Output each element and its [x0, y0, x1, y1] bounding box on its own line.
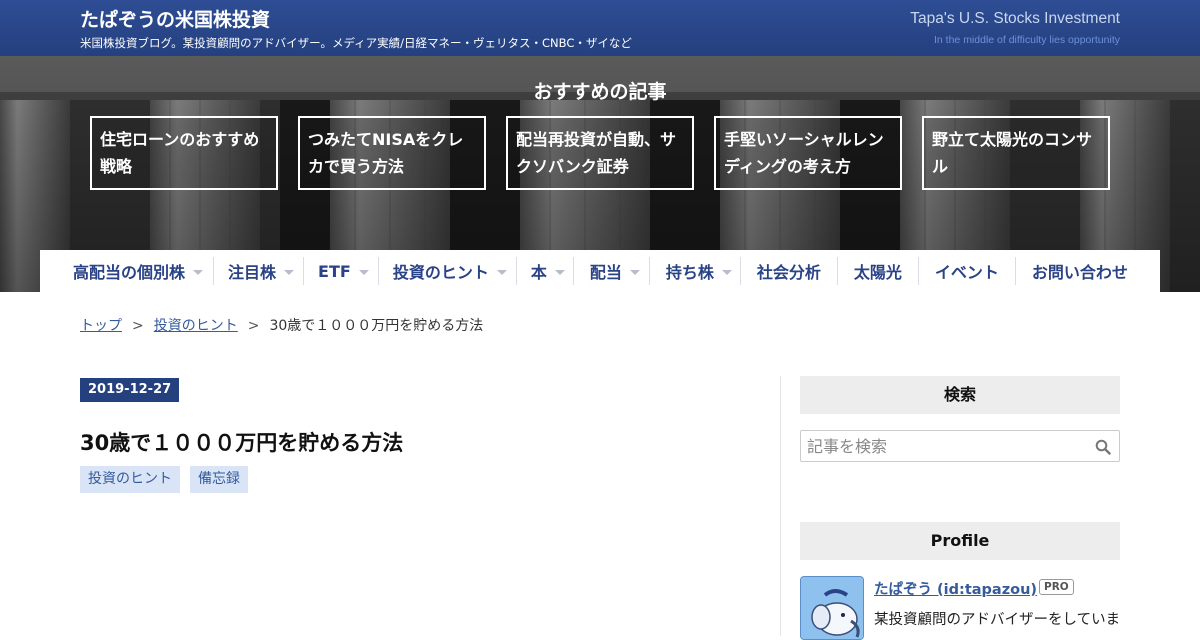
- pro-badge: PRO: [1039, 579, 1074, 595]
- search-icon[interactable]: [1095, 439, 1111, 455]
- nav-label: 本: [530, 263, 547, 282]
- global-nav: 高配当の個別株 注目株 ETF 投資のヒント 本 配当 持ち株 社会分析 太陽光…: [40, 250, 1160, 292]
- category-tag[interactable]: 投資のヒント: [80, 466, 180, 493]
- nav-item-contact[interactable]: お問い合わせ: [1016, 250, 1128, 292]
- breadcrumb-category-link[interactable]: 投資のヒント: [154, 318, 238, 334]
- breadcrumb-separator: >: [132, 318, 144, 334]
- nav-item-high-dividend[interactable]: 高配当の個別株: [40, 250, 213, 292]
- nav-item-social-analysis[interactable]: 社会分析: [741, 250, 837, 292]
- breadcrumb-current: 30歳で１０００万円を貯める方法: [269, 318, 484, 334]
- nav-item-etf[interactable]: ETF: [304, 250, 378, 292]
- recommended-article-4[interactable]: 手堅いソーシャルレンディングの考え方: [714, 116, 902, 190]
- caret-down-icon: [629, 270, 640, 275]
- nav-label: 持ち株: [665, 263, 714, 282]
- nav-label: 太陽光: [853, 263, 902, 282]
- site-title[interactable]: たぱぞうの米国株投資: [80, 5, 270, 32]
- recommended-heading: おすすめの記事: [533, 81, 667, 103]
- site-description: 米国株投資ブログ。某投資顧問のアドバイザー。メディア実績/日経マネー・ヴェリタス…: [80, 36, 632, 50]
- search-module-heading: 検索: [800, 376, 1120, 414]
- nav-label: 社会分析: [756, 263, 821, 282]
- nav-label: 配当: [589, 263, 622, 282]
- caret-down-icon: [358, 270, 369, 275]
- site-header: たぱぞうの米国株投資 米国株投資ブログ。某投資顧問のアドバイザー。メディア実績/…: [0, 0, 1200, 56]
- nav-item-events[interactable]: イベント: [919, 250, 1015, 292]
- search-box: [800, 430, 1120, 462]
- profile-module-heading: Profile: [800, 522, 1120, 560]
- entry-categories: 投資のヒント 備忘録: [80, 466, 248, 493]
- nav-item-books[interactable]: 本: [517, 250, 573, 292]
- caret-down-icon: [496, 270, 507, 275]
- caret-down-icon: [193, 270, 204, 275]
- category-tag[interactable]: 備忘録: [190, 466, 248, 493]
- entry-title[interactable]: 30歳で１０００万円を貯める方法: [80, 427, 403, 457]
- recommended-article-5[interactable]: 野立て太陽光のコンサル: [922, 116, 1110, 190]
- caret-down-icon: [554, 270, 565, 275]
- avatar[interactable]: [800, 576, 864, 640]
- elephant-avatar-icon: [801, 577, 863, 639]
- caret-down-icon: [284, 270, 295, 275]
- entry-date[interactable]: 2019-12-27: [80, 378, 180, 402]
- recommended-article-1[interactable]: 住宅ローンのおすすめ戦略: [90, 116, 278, 190]
- profile-description: 某投資顧問のアドバイザーをしていま: [874, 612, 1121, 628]
- breadcrumb-separator: >: [247, 318, 260, 334]
- recommended-article-2[interactable]: つみたてNISAをクレカで買う方法: [298, 116, 486, 190]
- site-tagline: In the middle of difficulty lies opportu…: [934, 34, 1120, 46]
- recommended-article-3[interactable]: 配当再投資が自動、サクソバンク証券: [506, 116, 694, 190]
- nav-label: お問い合わせ: [1031, 263, 1128, 282]
- nav-item-investment-tips[interactable]: 投資のヒント: [379, 250, 516, 292]
- nav-item-dividends[interactable]: 配当: [574, 250, 649, 292]
- nav-item-holdings[interactable]: 持ち株: [650, 250, 740, 292]
- nav-label: 注目株: [228, 263, 277, 282]
- nav-label: 投資のヒント: [392, 263, 489, 282]
- nav-label: ETF: [318, 261, 351, 281]
- breadcrumb: トップ > 投資のヒント >30歳で１０００万円を貯める方法: [80, 315, 483, 335]
- search-input[interactable]: [801, 431, 1081, 461]
- nav-label: イベント: [934, 263, 999, 282]
- breadcrumb-top-link[interactable]: トップ: [80, 318, 122, 334]
- nav-item-featured-stocks[interactable]: 注目株: [214, 250, 303, 292]
- site-english-title: Tapa's U.S. Stocks Investment: [910, 10, 1120, 27]
- profile-name-link[interactable]: たぱぞう (id:tapazou): [874, 578, 1037, 599]
- nav-label: 高配当の個別株: [73, 263, 186, 282]
- caret-down-icon: [721, 270, 732, 275]
- nav-item-solar[interactable]: 太陽光: [838, 250, 918, 292]
- content-divider: [780, 376, 781, 636]
